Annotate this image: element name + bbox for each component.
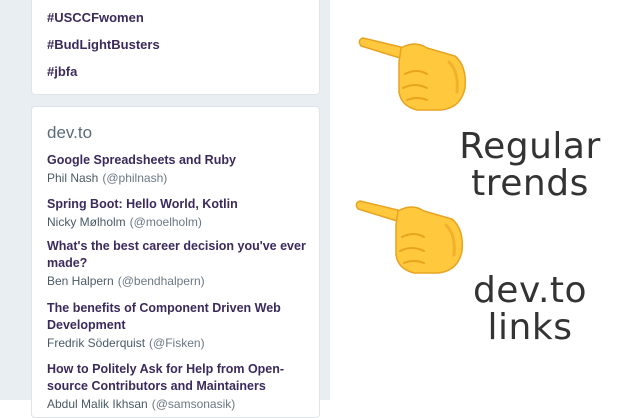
author-handle: (@bendhalpern): [117, 274, 205, 288]
devto-card: dev.to Google Spreadsheets and Ruby Phil…: [31, 106, 320, 418]
article-author: Ben Halpern (@bendhalpern): [47, 273, 309, 289]
pointing-hand-icon: [358, 37, 467, 111]
author-name: Phil Nash: [47, 171, 99, 185]
trend-item[interactable]: #USCCFwomen: [47, 10, 144, 25]
author-name: Nicky Mølholm: [47, 215, 126, 229]
devto-card-title: dev.to: [47, 123, 93, 142]
article-item: What's the best career decision you've e…: [47, 238, 309, 289]
trend-item[interactable]: #jbfa: [47, 64, 77, 79]
article-author: Abdul Malik Ikhsan (@samsonasik): [47, 396, 309, 412]
article-item: Google Spreadsheets and Ruby Phil Nash (@…: [47, 152, 309, 186]
trends-card: #USCCFwomen #BudLightBusters #jbfa: [31, 0, 320, 95]
article-author: Nicky Mølholm (@moelholm): [47, 214, 309, 230]
article-author: Fredrik Söderquist (@Fisken): [47, 335, 309, 351]
annotation-devto-links: dev.to links: [472, 270, 588, 348]
article-title-link[interactable]: Google Spreadsheets and Ruby: [47, 152, 309, 169]
article-title-link[interactable]: What's the best career decision you've e…: [47, 238, 309, 272]
annotation-regular-trends: Regular trends: [459, 126, 601, 204]
article-title-link[interactable]: The benefits of Component Driven Web Dev…: [47, 300, 309, 334]
author-handle: (@Fisken): [149, 336, 205, 350]
trend-item[interactable]: #BudLightBusters: [47, 37, 160, 52]
author-handle: (@philnash): [102, 171, 168, 185]
author-handle: (@samsonasik): [151, 397, 236, 411]
article-title-link[interactable]: Spring Boot: Hello World, Kotlin: [47, 196, 309, 213]
article-item: How to Politely Ask for Help from Open-s…: [47, 361, 309, 412]
article-item: The benefits of Component Driven Web Dev…: [47, 300, 309, 351]
author-name: Abdul Malik Ikhsan: [47, 397, 148, 411]
article-author: Phil Nash (@philnash): [47, 170, 309, 186]
author-name: Fredrik Söderquist: [47, 336, 146, 350]
author-name: Ben Halpern: [47, 274, 114, 288]
article-title-link[interactable]: How to Politely Ask for Help from Open-s…: [47, 361, 309, 395]
author-handle: (@moelholm): [129, 215, 202, 229]
article-item: Spring Boot: Hello World, Kotlin Nicky M…: [47, 196, 309, 230]
